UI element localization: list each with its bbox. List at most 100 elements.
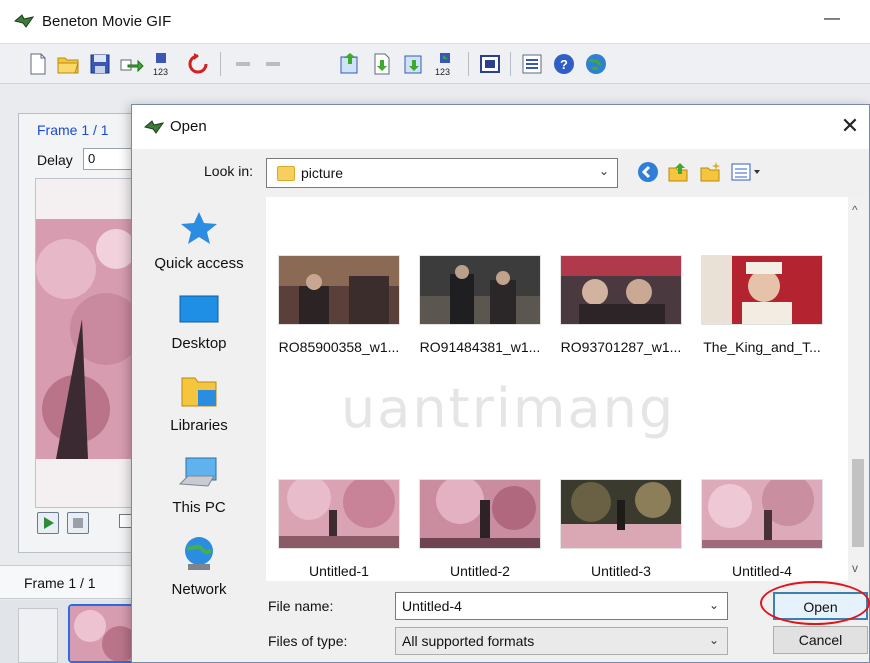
file-item[interactable]: RO85900358_w1... <box>276 255 402 355</box>
file-list-scrollbar[interactable]: ^ v <box>848 197 868 581</box>
frame-slot-empty[interactable] <box>18 608 58 663</box>
svg-text:123: 123 <box>153 67 168 76</box>
back-icon[interactable] <box>636 160 660 184</box>
redo-icon[interactable] <box>262 52 286 76</box>
network-icon <box>185 537 213 570</box>
properties-list-icon[interactable] <box>520 52 544 76</box>
file-name-input[interactable]: Untitled-4 ⌄ <box>395 592 728 620</box>
frame-preview-image <box>35 178 139 508</box>
insert-image-icon[interactable] <box>338 52 362 76</box>
resize-icon[interactable] <box>478 52 502 76</box>
dialog-title: Open <box>170 118 207 135</box>
libraries-icon <box>181 377 217 407</box>
help-icon[interactable]: ? <box>552 52 576 76</box>
file-item[interactable]: The_King_and_T... <box>699 255 825 355</box>
new-file-icon[interactable] <box>26 52 50 76</box>
file-item[interactable]: Untitled-2 <box>417 479 543 579</box>
place-label: Network <box>171 581 227 598</box>
dialog-titlebar: Open ✕ <box>132 105 869 149</box>
chevron-down-icon[interactable]: ⌄ <box>709 598 719 612</box>
look-in-label: Look in: <box>204 163 254 179</box>
red-circle-annotation <box>760 581 870 625</box>
file-item[interactable]: Untitled-4 <box>699 479 825 579</box>
file-name-value: Untitled-4 <box>402 598 462 614</box>
svg-text:?: ? <box>560 57 568 72</box>
frame-counter: Frame 1 / 1 <box>37 122 109 138</box>
stop-button[interactable] <box>67 512 89 534</box>
rotate-icon[interactable] <box>186 52 210 76</box>
file-item[interactable]: Untitled-3 <box>558 479 684 579</box>
file-name: RO91484381_w1... <box>419 339 541 355</box>
save-icon[interactable] <box>88 52 112 76</box>
file-name: RO93701287_w1... <box>560 339 682 355</box>
app-icon <box>14 14 34 28</box>
numbered-import-icon[interactable]: 123 <box>434 52 458 76</box>
web-globe-icon[interactable] <box>584 52 608 76</box>
svg-text:123: 123 <box>435 67 450 76</box>
place-this-pc[interactable]: This PC <box>140 454 258 516</box>
open-folder-icon[interactable] <box>56 52 80 76</box>
folder-icon <box>277 166 295 181</box>
play-button[interactable] <box>37 512 59 534</box>
quick-access-star-icon <box>181 212 217 244</box>
main-toolbar: 123 123 ? <box>0 44 870 128</box>
frame-panel: Frame 1 / 1 Delay 0 <box>18 113 143 553</box>
toolbar-separator <box>468 52 469 76</box>
place-quick-access[interactable]: Quick access <box>140 210 258 272</box>
chevron-down-icon: ⌄ <box>708 633 719 647</box>
frames-strip-header: Frame 1 / 1 <box>0 565 140 599</box>
file-thumbnail <box>701 479 823 549</box>
places-sidebar: Quick access Desktop Libraries This PC N… <box>140 198 258 648</box>
minimize-button[interactable]: — <box>824 10 840 28</box>
place-desktop[interactable]: Desktop <box>140 292 258 352</box>
look-in-dropdown[interactable]: picture ⌄ <box>266 158 618 188</box>
app-titlebar: Beneton Movie GIF — <box>0 0 870 44</box>
file-item[interactable]: RO93701287_w1... <box>558 255 684 355</box>
place-label: Libraries <box>170 417 228 434</box>
file-name-label: File name: <box>268 598 334 614</box>
look-in-value: picture <box>301 165 344 181</box>
file-name: RO85900358_w1... <box>278 339 400 355</box>
chevron-down-icon: ⌄ <box>598 164 609 178</box>
toolbar-separator <box>220 52 221 76</box>
app-title: Beneton Movie GIF <box>42 13 172 30</box>
watermark: uantrimang <box>341 377 676 440</box>
frame-counter-bottom: Frame 1 / 1 <box>24 575 96 591</box>
view-menu-icon[interactable] <box>730 160 764 184</box>
cancel-button[interactable]: Cancel <box>773 626 868 654</box>
frame-thumbnail[interactable] <box>68 604 138 663</box>
numbering-icon[interactable]: 123 <box>152 52 176 76</box>
new-folder-icon[interactable] <box>698 160 722 184</box>
close-icon[interactable]: ✕ <box>837 113 863 139</box>
file-name: Untitled-2 <box>450 563 510 579</box>
file-thumbnail <box>560 479 682 549</box>
import-frames-icon[interactable] <box>370 52 394 76</box>
toolbar-separator <box>510 52 511 76</box>
place-libraries[interactable]: Libraries <box>140 372 258 434</box>
file-thumbnail <box>560 255 682 325</box>
file-name: Untitled-3 <box>591 563 651 579</box>
scroll-up-icon[interactable]: ^ <box>852 203 858 217</box>
file-thumbnail <box>419 255 541 325</box>
place-label: Desktop <box>171 335 227 352</box>
place-label: This PC <box>172 499 226 516</box>
file-item[interactable]: RO91484381_w1... <box>417 255 543 355</box>
file-type-label: Files of type: <box>268 633 348 649</box>
export-arrow-icon[interactable] <box>120 52 144 76</box>
file-type-value: All supported formats <box>402 633 535 649</box>
file-thumbnail <box>419 479 541 549</box>
file-thumbnail <box>701 255 823 325</box>
import-file-icon[interactable] <box>402 52 426 76</box>
file-name: Untitled-4 <box>732 563 792 579</box>
file-type-dropdown[interactable]: All supported formats ⌄ <box>395 627 728 655</box>
scroll-down-icon[interactable]: v <box>852 561 858 575</box>
file-thumbnail <box>278 255 400 325</box>
file-name: The_King_and_T... <box>703 339 821 355</box>
open-dialog: Open ✕ Look in: picture ⌄ Quick access D… <box>131 104 870 663</box>
up-folder-icon[interactable] <box>666 160 690 184</box>
desktop-icon <box>179 295 219 323</box>
place-network[interactable]: Network <box>140 534 258 598</box>
undo-icon[interactable] <box>232 52 256 76</box>
file-item[interactable]: Untitled-1 <box>276 479 402 579</box>
scrollbar-thumb[interactable] <box>852 459 864 547</box>
